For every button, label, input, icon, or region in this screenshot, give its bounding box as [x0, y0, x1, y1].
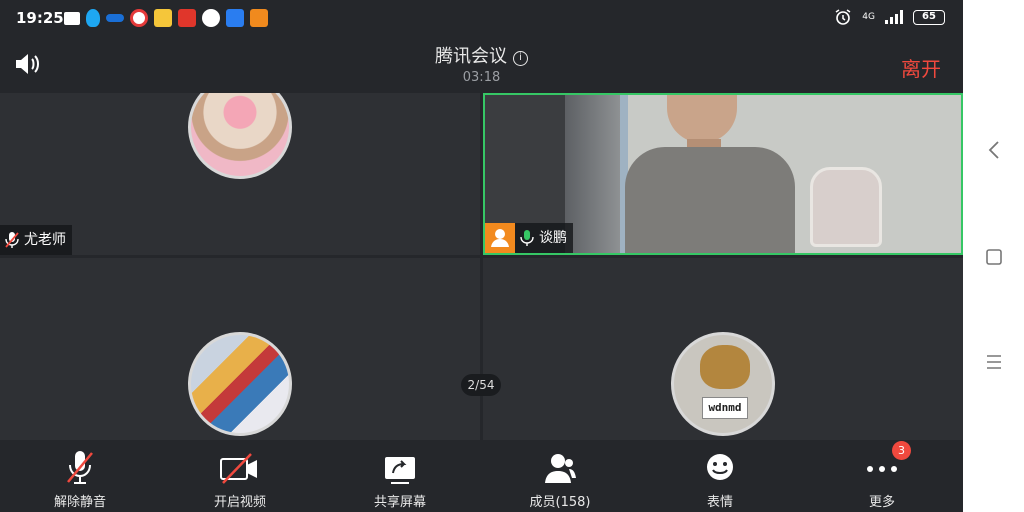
mic-muted-icon: [5, 232, 19, 248]
meeting-timer: 03:18: [462, 70, 501, 85]
back-icon[interactable]: [985, 140, 1003, 160]
emoji-button[interactable]: 表情: [660, 440, 780, 512]
alarm-icon: [835, 9, 851, 25]
app-icon: [130, 9, 148, 27]
sms-icon: [64, 12, 80, 25]
status-right: 4G 65: [834, 8, 945, 26]
home-icon[interactable]: [985, 247, 1003, 267]
video-grid: 尤老师 谈鹏 wdnmd 2/54: [0, 93, 963, 440]
participant-nametag: 尤老师: [0, 225, 72, 255]
avatar: [188, 332, 292, 436]
share-label: 共享屏幕: [373, 495, 426, 510]
meeting-header: 腾讯会议 i 03:18 离开: [0, 36, 963, 93]
emoji-label: 表情: [706, 495, 733, 510]
members-button[interactable]: 成员(158): [500, 440, 620, 512]
share-screen-icon: [385, 457, 415, 484]
network-indicator: 4G: [862, 11, 875, 22]
page-indicator[interactable]: 2/54: [461, 374, 501, 396]
participant-tile[interactable]: wdnmd: [483, 258, 963, 440]
qq-icon: [86, 9, 100, 27]
window-curtain: [565, 95, 620, 253]
leave-button[interactable]: 离开: [901, 53, 941, 82]
participant-name: 谈鹏: [539, 230, 567, 246]
status-bar: 19:25 4G 65: [0, 0, 963, 36]
more-button[interactable]: 更多 3: [822, 440, 942, 512]
meeting-screen: 19:25 4G 65 腾讯会议 i 03:18 离开 尤老师 谈鹏 wdnmd…: [0, 0, 963, 512]
mic-muted-icon: [67, 451, 93, 484]
participant-name: 尤老师: [24, 232, 66, 248]
app-icon: [154, 9, 172, 27]
start-video-button[interactable]: 开启视频: [180, 440, 300, 512]
mic-active-icon: [520, 230, 534, 246]
share-screen-button[interactable]: 共享屏幕: [340, 440, 460, 512]
person-figure: [625, 95, 795, 253]
news-icon: [178, 9, 196, 27]
notification-badge: 3: [892, 441, 911, 460]
notification-icons: [64, 9, 268, 27]
meeting-title[interactable]: 腾讯会议 i: [0, 42, 963, 68]
members-icon: [545, 454, 576, 483]
video-off-icon: [220, 453, 257, 484]
app-icon: [106, 14, 124, 22]
more-label: 更多: [868, 495, 895, 510]
app-icon: [226, 9, 244, 27]
battery-icon: 65: [913, 9, 945, 25]
user-icon: [485, 223, 515, 253]
app-icon: [250, 9, 268, 27]
menu-icon[interactable]: [985, 352, 1003, 372]
participant-tile[interactable]: 尤老师: [0, 93, 480, 255]
emoji-icon: [707, 454, 733, 480]
members-label: 成员(158): [529, 495, 591, 510]
avatar: [188, 93, 292, 179]
unmute-button[interactable]: 解除静音: [20, 440, 140, 512]
unmute-label: 解除静音: [53, 495, 106, 510]
avatar-sign: wdnmd: [702, 397, 748, 419]
signal-icon: [885, 10, 903, 24]
participant-tile-active-speaker[interactable]: 谈鹏: [483, 93, 963, 255]
avatar: wdnmd: [671, 332, 775, 436]
participant-nametag: 谈鹏: [485, 223, 573, 253]
status-time: 19:25: [16, 9, 64, 27]
system-nav-bar: [963, 0, 1024, 512]
high-chair: [810, 167, 882, 247]
participant-tile[interactable]: [0, 258, 480, 440]
app-icon: [202, 9, 220, 27]
bottom-toolbar: 解除静音 开启视频 共享屏幕 成员(158) 表情 更多 3: [0, 440, 963, 512]
info-icon[interactable]: i: [513, 51, 528, 66]
video-label: 开启视频: [213, 495, 266, 510]
